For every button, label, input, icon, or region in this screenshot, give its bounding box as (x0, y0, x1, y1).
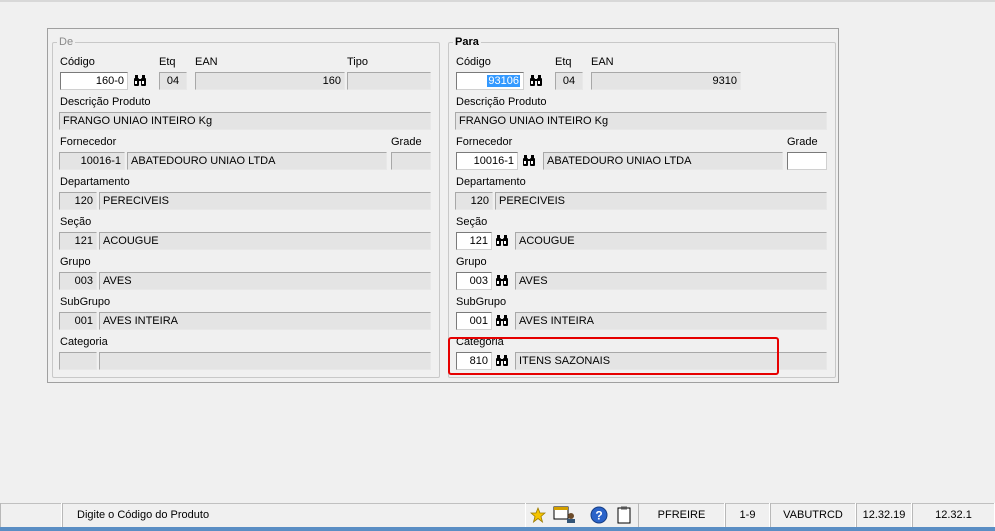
help-button[interactable]: ? (588, 505, 610, 525)
de-subgrupo-code: 001 (59, 312, 97, 330)
para-secao-code-input[interactable]: 121 (456, 232, 492, 250)
de-secao-label: Seção (60, 216, 92, 228)
de-etq-label: Etq (159, 56, 176, 68)
status-version-2: 12.32.1 (912, 503, 995, 527)
para-legend: Para (455, 36, 479, 48)
binoculars-icon (496, 235, 508, 246)
de-grade-field (391, 152, 431, 170)
para-grupo-search-button[interactable] (492, 271, 512, 291)
de-descricao-field: FRANGO UNIAO INTEIRO Kg (59, 112, 431, 130)
para-secao-name: ACOUGUE (515, 232, 827, 250)
de-tipo-field (347, 72, 431, 90)
para-subgrupo-name: AVES INTEIRA (515, 312, 827, 330)
de-tipo-label: Tipo (347, 56, 368, 68)
para-descricao-label: Descrição Produto (456, 96, 547, 108)
top-border (0, 0, 995, 2)
taskbar-strip (0, 527, 995, 531)
user-window-button[interactable] (551, 505, 579, 525)
de-codigo-input[interactable]: 160-0 (60, 72, 128, 90)
para-ean-label: EAN (591, 56, 614, 68)
para-secao-label: Seção (456, 216, 488, 228)
status-range: 1-9 (725, 503, 770, 527)
para-grupo-name: AVES (515, 272, 827, 290)
de-descricao-label: Descrição Produto (60, 96, 151, 108)
para-codigo-input[interactable]: 93106 (456, 72, 524, 90)
de-legend: De (59, 36, 74, 48)
de-grade-label: Grade (391, 136, 422, 148)
para-etq-field: 04 (555, 72, 583, 90)
para-codigo-selected-text: 93106 (487, 75, 520, 87)
para-departamento-code: 120 (455, 192, 493, 210)
de-departamento-name: PERECIVEIS (99, 192, 431, 210)
de-categoria-name (99, 352, 431, 370)
de-departamento-code: 120 (59, 192, 97, 210)
de-secao-code: 121 (59, 232, 97, 250)
para-codigo-label: Código (456, 56, 491, 68)
status-message: Digite o Código do Produto (62, 503, 526, 527)
de-codigo-search-button[interactable] (130, 71, 150, 91)
de-fornecedor-code: 10016-1 (59, 152, 125, 170)
para-subgrupo-code-input[interactable]: 001 (456, 312, 492, 330)
de-grupo-name: AVES (99, 272, 431, 290)
window-user-icon (553, 506, 575, 523)
binoculars-icon (530, 75, 542, 86)
de-categoria-label: Categoria (60, 336, 108, 348)
para-departamento-name: PERECIVEIS (495, 192, 827, 210)
binoculars-icon (523, 155, 535, 166)
para-ean-field: 9310 (591, 72, 741, 90)
clipboard-icon (617, 506, 631, 524)
para-subgrupo-search-button[interactable] (492, 311, 512, 331)
para-fornecedor-label: Fornecedor (456, 136, 513, 148)
de-grupo-label: Grupo (60, 256, 91, 268)
binoculars-icon (496, 315, 508, 326)
de-ean-label: EAN (195, 56, 218, 68)
binoculars-icon (496, 275, 508, 286)
para-grupo-code-input[interactable]: 003 (456, 272, 492, 290)
para-fornecedor-name: ABATEDOURO UNIAO LTDA (543, 152, 783, 170)
de-departamento-label: Departamento (60, 176, 130, 188)
de-categoria-code (59, 352, 97, 370)
status-host: VABUTRCD (770, 503, 856, 527)
de-ean-field: 160 (195, 72, 345, 90)
para-subgrupo-label: SubGrupo (456, 296, 507, 308)
para-grade-label: Grade (787, 136, 818, 148)
para-fornecedor-code-input[interactable]: 10016-1 (456, 152, 518, 170)
status-version-1: 12.32.19 (856, 503, 912, 527)
svg-text:?: ? (595, 509, 602, 523)
de-codigo-label: Código (60, 56, 95, 68)
de-subgrupo-label: SubGrupo (60, 296, 111, 308)
de-etq-field: 04 (159, 72, 187, 90)
de-subgrupo-name: AVES INTEIRA (99, 312, 431, 330)
para-descricao-field: FRANGO UNIAO INTEIRO Kg (455, 112, 827, 130)
para-grupo-label: Grupo (456, 256, 487, 268)
para-departamento-label: Departamento (456, 176, 526, 188)
status-user: PFREIRE (638, 503, 725, 527)
categoria-highlight-box (448, 337, 779, 375)
help-icon: ? (590, 506, 608, 524)
para-codigo-search-button[interactable] (526, 71, 546, 91)
de-secao-name: ACOUGUE (99, 232, 431, 250)
de-grupo-code: 003 (59, 272, 97, 290)
para-secao-search-button[interactable] (492, 231, 512, 251)
para-fornecedor-search-button[interactable] (519, 151, 539, 171)
star-icon (530, 507, 546, 523)
favorite-button[interactable] (527, 505, 549, 525)
binoculars-icon (134, 75, 146, 86)
clipboard-button[interactable] (613, 505, 635, 525)
de-fornecedor-name: ABATEDOURO UNIAO LTDA (127, 152, 387, 170)
de-fornecedor-label: Fornecedor (60, 136, 117, 148)
para-etq-label: Etq (555, 56, 572, 68)
status-segment-empty (0, 503, 62, 527)
para-grade-input[interactable] (787, 152, 827, 170)
